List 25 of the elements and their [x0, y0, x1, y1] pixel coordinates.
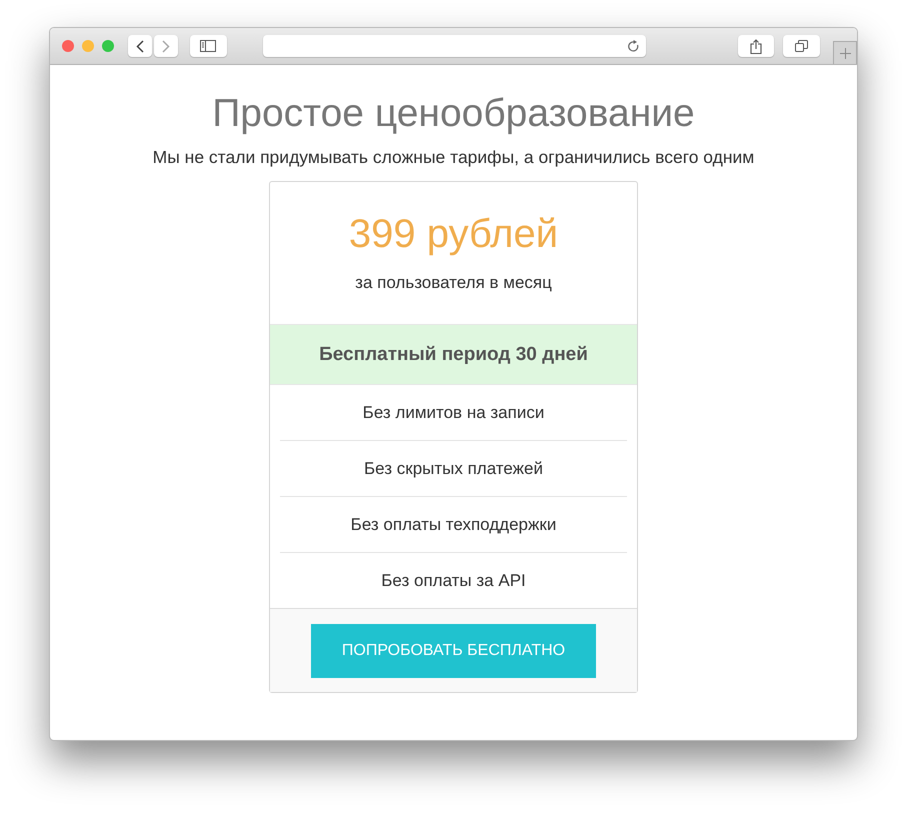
feature-item: Без оплаты техподдержки	[280, 497, 627, 553]
share-icon	[750, 38, 762, 54]
page-subtitle: Мы не стали придумывать сложные тарифы, а ограничились всего одним	[152, 146, 754, 169]
reload-icon	[626, 40, 640, 52]
new-tab-button[interactable]	[833, 41, 857, 64]
sidebar-button[interactable]	[190, 35, 227, 57]
feature-item: Без оплаты за API	[380, 570, 527, 592]
close-button[interactable]	[62, 40, 74, 52]
tabs-icon	[795, 40, 808, 52]
sidebar-icon	[200, 40, 216, 52]
zoom-button[interactable]	[102, 40, 114, 52]
page-heading: Простое ценообразование	[212, 92, 695, 136]
chevron-left-icon	[136, 40, 144, 52]
minimize-button[interactable]	[82, 40, 94, 52]
feature-item: Без скрытых платежей	[280, 441, 627, 497]
trial-banner: Бесплатный период 30 дней	[270, 325, 637, 385]
price: 399 рублей	[348, 211, 558, 258]
tabs-button[interactable]	[783, 35, 820, 57]
feature-item: Без лимитов на записи	[280, 385, 627, 441]
share-button[interactable]	[738, 35, 774, 57]
back-button[interactable]	[128, 35, 152, 57]
chevron-right-icon	[162, 40, 170, 52]
try-free-button[interactable]: ПОПРОБОВАТЬ БЕСПЛАТНО	[311, 624, 596, 678]
price-period: за пользователя в месяц	[355, 272, 552, 294]
plus-icon	[840, 48, 851, 58]
